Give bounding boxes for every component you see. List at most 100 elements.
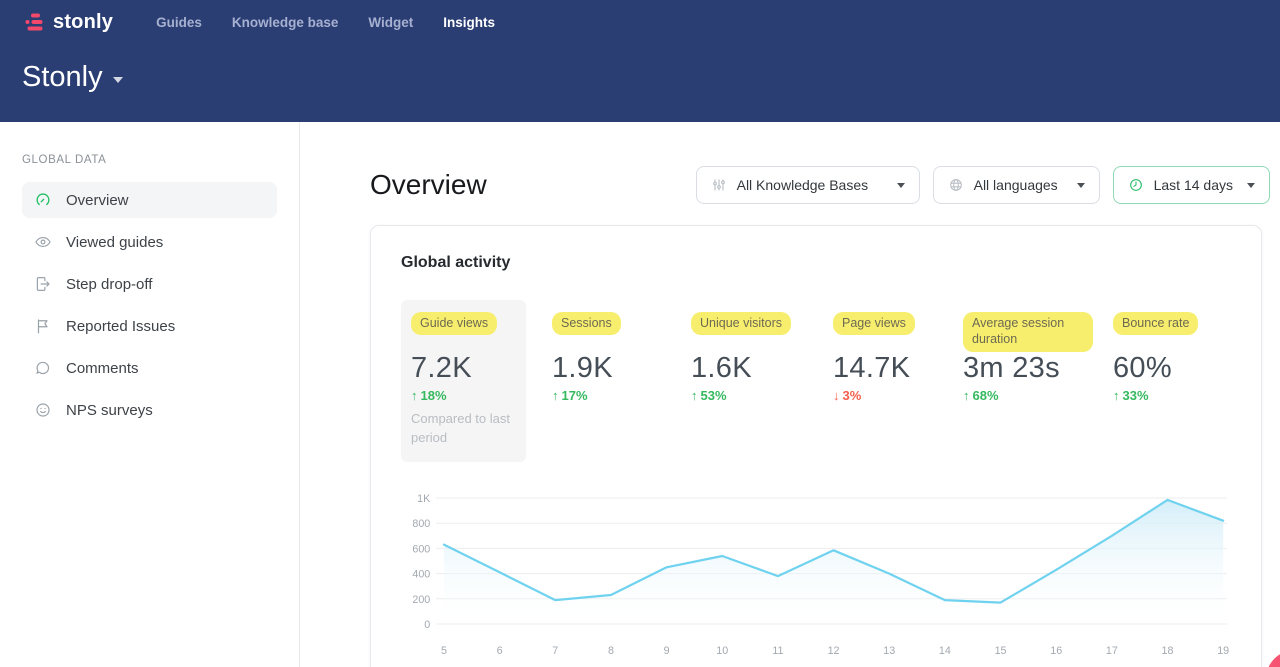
- metric-bounce-rate[interactable]: Bounce rate60%↑33%: [1103, 300, 1231, 417]
- top-banner: stonly GuidesKnowledge baseWidgetInsight…: [0, 0, 1280, 122]
- workspace-name: Stonly: [22, 61, 103, 94]
- svg-text:400: 400: [412, 568, 430, 580]
- topnav-item-guides[interactable]: Guides: [141, 11, 217, 34]
- metric-label: Unique visitors: [691, 312, 791, 335]
- sidebar-item-label: Comments: [66, 360, 139, 377]
- sidebar-item-reported-issues[interactable]: Reported Issues: [22, 308, 277, 344]
- svg-text:16: 16: [1050, 645, 1062, 657]
- activity-chart: 02004006008001K5678910111213141516171819: [401, 488, 1231, 666]
- knowledge-bases-filter-label: All Knowledge Bases: [737, 177, 869, 193]
- metric-guide-views[interactable]: Guide views7.2K↑18%Compared to last peri…: [401, 300, 526, 462]
- metric-label: Guide views: [411, 312, 497, 335]
- svg-text:17: 17: [1106, 645, 1118, 657]
- svg-text:6: 6: [497, 645, 503, 657]
- topnav-item-insights[interactable]: Insights: [428, 11, 510, 34]
- sidebar-item-viewed-guides[interactable]: Viewed guides: [22, 224, 277, 260]
- flag-icon: [34, 317, 52, 335]
- trend-up-icon: ↑: [691, 388, 698, 403]
- metric-average-session-duration[interactable]: Average session duration3m 23s ↑68%: [953, 300, 1103, 417]
- svg-text:11: 11: [772, 645, 783, 657]
- sidebar-item-label: Step drop-off: [66, 276, 152, 293]
- metric-page-views[interactable]: Page views 14.7K ↓3%: [823, 300, 953, 417]
- svg-text:0: 0: [424, 619, 430, 631]
- languages-filter[interactable]: All languages: [933, 166, 1100, 204]
- activity-area-chart: 02004006008001K5678910111213141516171819: [401, 488, 1231, 666]
- gauge-icon: [34, 191, 52, 209]
- metric-value: 60%: [1113, 352, 1221, 384]
- languages-filter-label: All languages: [974, 177, 1058, 193]
- topnav-item-knowledge-base[interactable]: Knowledge base: [217, 11, 354, 34]
- metric-value: 3m 23s: [963, 352, 1093, 384]
- metric-value: 1.6K: [691, 352, 813, 384]
- page-title: Overview: [370, 169, 487, 201]
- clock-icon: [1128, 177, 1144, 193]
- svg-text:9: 9: [664, 645, 670, 657]
- stonly-logo-icon: [24, 11, 46, 33]
- metric-label: Sessions: [552, 312, 621, 335]
- trend-up-icon: ↑: [411, 388, 418, 403]
- metric-value: 14.7K: [833, 352, 943, 384]
- metric-value: 7.2K: [411, 352, 516, 384]
- svg-text:1K: 1K: [417, 493, 431, 505]
- stonly-logo[interactable]: stonly: [24, 11, 113, 34]
- caret-down-icon: [1077, 183, 1085, 188]
- trend-up-icon: ↑: [963, 388, 970, 403]
- filters: All Knowledge Bases All languages: [696, 166, 1270, 204]
- knowledge-bases-filter[interactable]: All Knowledge Bases: [696, 166, 920, 204]
- metric-change: ↑53%: [691, 388, 813, 403]
- global-activity-card: Global activity Guide views7.2K↑18%Compa…: [370, 225, 1262, 667]
- svg-text:5: 5: [441, 645, 447, 657]
- trend-down-icon: ↓: [833, 388, 840, 403]
- top-navigation: stonly GuidesKnowledge baseWidgetInsight…: [24, 9, 1256, 35]
- sidebar-item-label: Viewed guides: [66, 234, 163, 251]
- svg-text:18: 18: [1162, 645, 1174, 657]
- globe-icon: [948, 177, 964, 193]
- svg-text:13: 13: [883, 645, 895, 657]
- metric-value: 1.9K: [552, 352, 671, 384]
- sidebar-item-step-drop-off[interactable]: Step drop-off: [22, 266, 277, 302]
- metric-change: ↓3%: [833, 388, 943, 403]
- sidebar-items: Overview Viewed guides Step drop-off Report…: [0, 182, 299, 428]
- svg-text:14: 14: [939, 645, 951, 657]
- sidebar-section-label: GLOBAL DATA: [22, 154, 299, 166]
- sliders-icon: [711, 177, 727, 193]
- svg-text:8: 8: [608, 645, 614, 657]
- date-range-filter[interactable]: Last 14 days: [1113, 166, 1270, 204]
- metric-change: ↑68%: [963, 388, 1093, 403]
- caret-down-icon: [1247, 183, 1255, 188]
- svg-text:200: 200: [412, 593, 430, 605]
- metric-sessions[interactable]: Sessions 1.9K ↑17%: [542, 300, 681, 417]
- metric-unique-visitors[interactable]: Unique visitors 1.6K ↑53%: [681, 300, 823, 417]
- caret-down-icon: [897, 183, 905, 188]
- metric-change: ↑33%: [1113, 388, 1221, 403]
- workspace-switcher[interactable]: Stonly: [22, 61, 123, 94]
- card-title: Global activity: [401, 254, 1231, 272]
- topnav-item-widget[interactable]: Widget: [353, 11, 428, 34]
- sidebar-item-label: Overview: [66, 192, 129, 209]
- metric-label: Average session duration: [963, 312, 1093, 352]
- svg-text:19: 19: [1217, 645, 1229, 657]
- trend-up-icon: ↑: [552, 388, 559, 403]
- svg-text:600: 600: [412, 543, 430, 555]
- logo-text: stonly: [53, 11, 113, 34]
- sidebar-item-label: NPS surveys: [66, 402, 153, 419]
- svg-text:15: 15: [995, 645, 1007, 657]
- metrics-row: Guide views7.2K↑18%Compared to last peri…: [401, 300, 1231, 462]
- chevron-down-icon: [113, 77, 123, 83]
- date-range-filter-label: Last 14 days: [1154, 177, 1233, 193]
- step-dropoff-icon: [34, 275, 52, 293]
- sidebar-item-comments[interactable]: Comments: [22, 350, 277, 386]
- sidebar-item-label: Reported Issues: [66, 318, 175, 335]
- metric-label: Page views: [833, 312, 915, 335]
- sidebar: GLOBAL DATA Overview Viewed guides Step dr…: [0, 122, 300, 667]
- svg-text:800: 800: [412, 518, 430, 530]
- topnav-items: GuidesKnowledge baseWidgetInsights: [141, 11, 510, 34]
- metric-change: ↑17%: [552, 388, 671, 403]
- comment-icon: [34, 359, 52, 377]
- sidebar-item-nps-surveys[interactable]: NPS surveys: [22, 392, 277, 428]
- sidebar-item-overview[interactable]: Overview: [22, 182, 277, 218]
- compare-note: Compared to last period: [411, 410, 516, 448]
- svg-text:12: 12: [828, 645, 840, 657]
- svg-text:7: 7: [552, 645, 558, 657]
- smiley-icon: [34, 401, 52, 419]
